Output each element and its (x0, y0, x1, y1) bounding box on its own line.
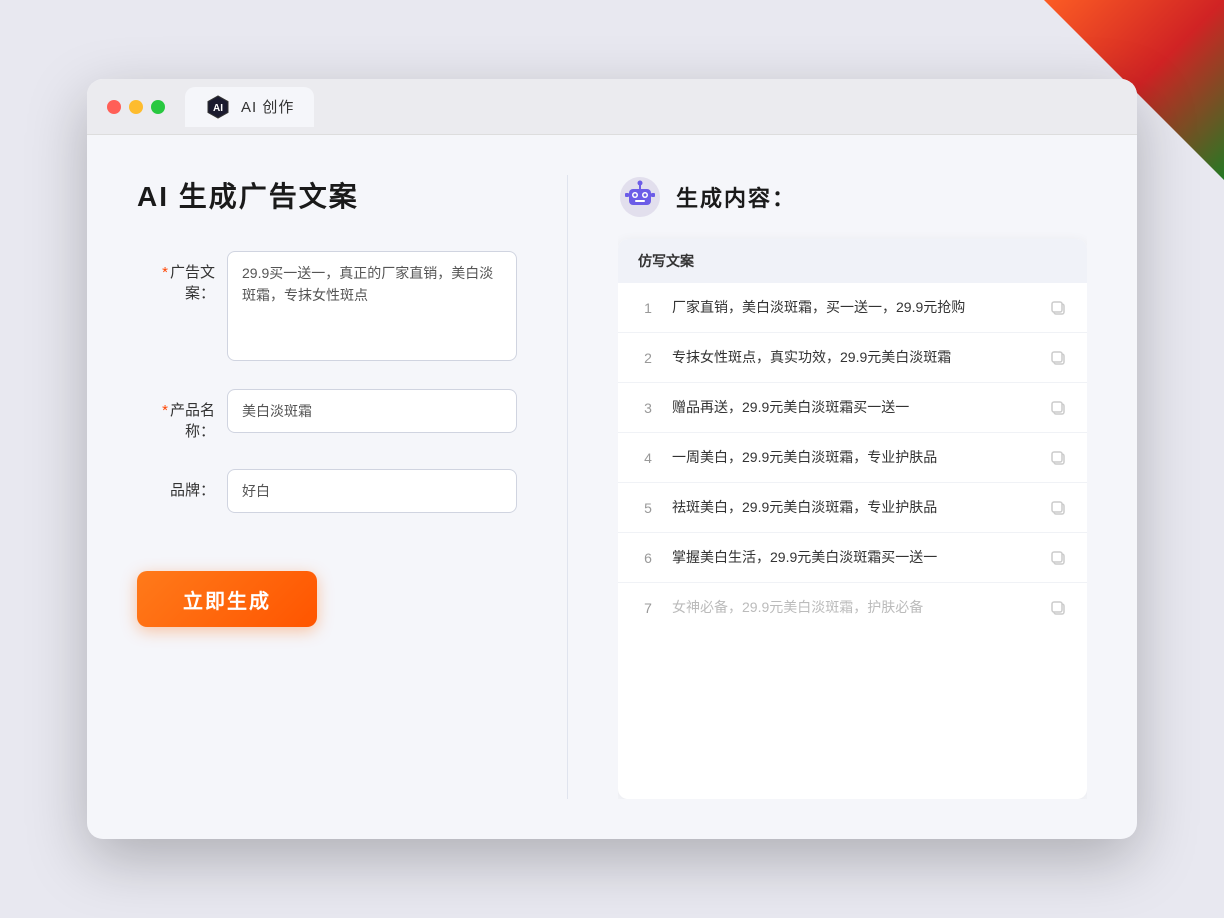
row-number: 7 (638, 600, 658, 616)
table-row: 1 厂家直销，美白淡斑霜，买一送一，29.9元抢购 (618, 283, 1087, 333)
row-text: 赠品再送，29.9元美白淡斑霜买一送一 (672, 397, 1035, 418)
copy-button[interactable] (1049, 349, 1067, 367)
row-text: 一周美白，29.9元美白淡斑霜，专业护肤品 (672, 447, 1035, 468)
copy-button[interactable] (1049, 299, 1067, 317)
results-list: 1 厂家直销，美白淡斑霜，买一送一，29.9元抢购 2 专抹女性斑点，真实功效，29… (618, 283, 1087, 632)
table-row: 2 专抹女性斑点，真实功效，29.9元美白淡斑霜 (618, 333, 1087, 383)
copy-icon (1049, 399, 1067, 417)
row-number: 2 (638, 350, 658, 366)
table-row: 7 女神必备，29.9元美白淡斑霜，护肤必备 (618, 583, 1087, 632)
copy-button[interactable] (1049, 549, 1067, 567)
copy-icon (1049, 599, 1067, 617)
product-name-label: *产品名称： (137, 389, 227, 441)
svg-text:AI: AI (213, 103, 223, 114)
result-title: 生成内容： (676, 181, 796, 213)
copy-button[interactable] (1049, 599, 1067, 617)
copy-button[interactable] (1049, 499, 1067, 517)
result-header: 生成内容： (618, 175, 1087, 219)
main-content: AI 生成广告文案 *广告文案： 29.9买一送一，真正的厂家直销，美白淡斑霜，… (87, 135, 1137, 839)
copy-button[interactable] (1049, 449, 1067, 467)
row-number: 1 (638, 300, 658, 316)
product-name-group: *产品名称： (137, 389, 517, 441)
ad-copy-group: *广告文案： 29.9买一送一，真正的厂家直销，美白淡斑霜，专抹女性斑点 (137, 251, 517, 361)
required-star-2: * (162, 402, 168, 419)
row-number: 3 (638, 400, 658, 416)
row-number: 5 (638, 500, 658, 516)
row-text: 掌握美白生活，29.9元美白淡斑霜买一送一 (672, 547, 1035, 568)
row-number: 4 (638, 450, 658, 466)
row-text: 祛斑美白，29.9元美白淡斑霜，专业护肤品 (672, 497, 1035, 518)
traffic-lights (107, 100, 165, 114)
brand-group: 品牌： (137, 469, 517, 513)
copy-icon (1049, 299, 1067, 317)
table-header: 仿写文案 (618, 239, 1087, 283)
copy-button[interactable] (1049, 399, 1067, 417)
ad-copy-label: *广告文案： (137, 251, 227, 303)
browser-tab[interactable]: AI AI 创作 (185, 87, 314, 127)
row-text: 厂家直销，美白淡斑霜，买一送一，29.9元抢购 (672, 297, 1035, 318)
brand-label: 品牌： (137, 469, 227, 500)
required-star: * (162, 264, 168, 281)
result-table: 仿写文案 1 厂家直销，美白淡斑霜，买一送一，29.9元抢购 2 专抹女性斑点，真实… (618, 239, 1087, 799)
copy-icon (1049, 449, 1067, 467)
right-panel: 生成内容： 仿写文案 1 厂家直销，美白淡斑霜，买一送一，29.9元抢购 2 专抹女… (618, 175, 1087, 799)
table-row: 3 赠品再送，29.9元美白淡斑霜买一送一 (618, 383, 1087, 433)
copy-icon (1049, 549, 1067, 567)
table-row: 5 祛斑美白，29.9元美白淡斑霜，专业护肤品 (618, 483, 1087, 533)
fullscreen-button[interactable] (151, 100, 165, 114)
page-title: AI 生成广告文案 (137, 175, 517, 215)
row-text: 专抹女性斑点，真实功效，29.9元美白淡斑霜 (672, 347, 1035, 368)
robot-icon (618, 175, 662, 219)
ai-tab-icon: AI (205, 94, 231, 120)
product-name-input[interactable] (227, 389, 517, 433)
generate-button[interactable]: 立即生成 (137, 571, 317, 627)
brand-input[interactable] (227, 469, 517, 513)
left-panel: AI 生成广告文案 *广告文案： 29.9买一送一，真正的厂家直销，美白淡斑霜，… (137, 175, 517, 799)
tab-title-text: AI 创作 (241, 96, 294, 117)
panel-divider (567, 175, 568, 799)
copy-icon (1049, 499, 1067, 517)
browser-window: AI AI 创作 AI 生成广告文案 *广告文案： 29.9买一送一，真正的厂家… (87, 79, 1137, 839)
close-button[interactable] (107, 100, 121, 114)
row-number: 6 (638, 550, 658, 566)
copy-icon (1049, 349, 1067, 367)
table-row: 6 掌握美白生活，29.9元美白淡斑霜买一送一 (618, 533, 1087, 583)
minimize-button[interactable] (129, 100, 143, 114)
ad-copy-input[interactable]: 29.9买一送一，真正的厂家直销，美白淡斑霜，专抹女性斑点 (227, 251, 517, 361)
table-row: 4 一周美白，29.9元美白淡斑霜，专业护肤品 (618, 433, 1087, 483)
title-bar: AI AI 创作 (87, 79, 1137, 135)
row-text: 女神必备，29.9元美白淡斑霜，护肤必备 (672, 597, 1035, 618)
